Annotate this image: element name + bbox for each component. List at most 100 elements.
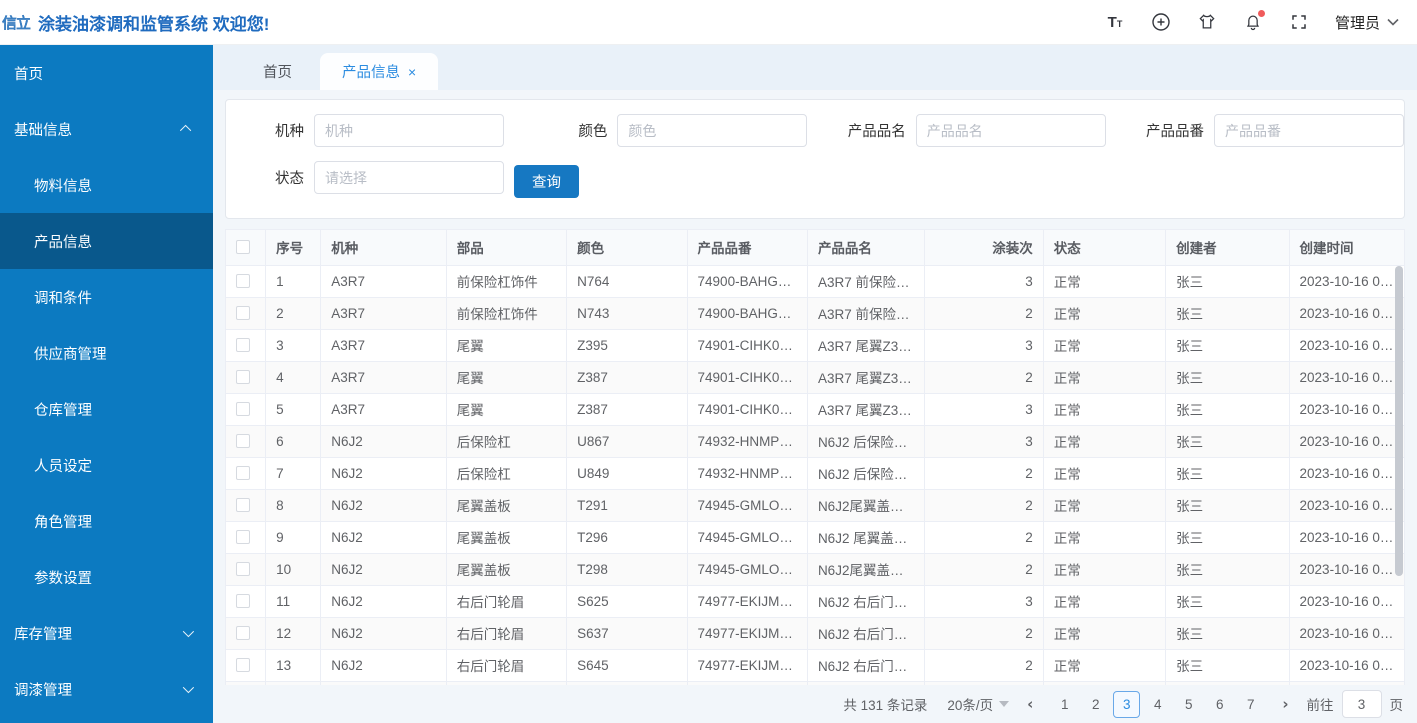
page-number-4[interactable]: 4 — [1144, 691, 1171, 718]
sidebar-item-人员设定[interactable]: 人员设定 — [0, 437, 213, 493]
sidebar-item-基础信息[interactable]: 基础信息 — [0, 101, 213, 157]
field-label: 产品品名 — [847, 124, 906, 140]
table-row[interactable]: 7 N6J2 后保险杠 U849 74932-HNMP0... N6J2 后保险杠... 2… — [225, 457, 1405, 490]
notification-icon[interactable] — [1243, 10, 1265, 32]
sidebar-item-参数设置[interactable]: 参数设置 — [0, 549, 213, 605]
table-row[interactable]: 8 N6J2 尾翼盖板 T291 74945-GMLO0... N6J2尾翼盖板... 2 正… — [225, 489, 1405, 522]
cell-序号: 2 — [265, 297, 322, 330]
tab-bar: 首页 产品信息 × — [213, 45, 1417, 90]
sidebar-item-供应商管理[interactable]: 供应商管理 — [0, 325, 213, 381]
prev-page-button[interactable] — [1023, 695, 1037, 713]
row-checkbox[interactable] — [236, 306, 250, 320]
row-checkbox[interactable] — [236, 402, 250, 416]
language-icon[interactable] — [1151, 12, 1171, 32]
sidebar-item-库存管理[interactable]: 库存管理 — [0, 605, 213, 661]
table-row[interactable]: 9 N6J2 尾翼盖板 T296 74945-GMLO0... N6J2 尾翼盖板... 2… — [225, 521, 1405, 554]
状态-input[interactable] — [314, 161, 504, 194]
cell-产品品名: A3R7 前保险杠... — [806, 297, 926, 330]
tab-close-icon[interactable]: × — [408, 65, 416, 79]
cell-产品品名: N6J2 尾翼盖板... — [806, 521, 926, 554]
sidebar-item-label: 基础信息 — [14, 122, 72, 139]
table-row[interactable]: 5 A3R7 尾翼 Z387 74901-CIHK00... A3R7 尾翼Z387...… — [225, 393, 1405, 426]
row-checkbox[interactable] — [236, 594, 250, 608]
cell-颜色: S625 — [566, 585, 688, 618]
search-button[interactable]: 查询 — [514, 165, 579, 198]
page-number-5[interactable]: 5 — [1175, 691, 1202, 718]
table-row[interactable]: 10 N6J2 尾翼盖板 T298 74945-GMLO0... N6J2尾翼盖板... 2… — [225, 553, 1405, 586]
goto-page-input[interactable] — [1341, 690, 1382, 718]
page-size-select[interactable]: 20条/页 — [947, 694, 1010, 714]
table-row[interactable]: 13 N6J2 右后门轮眉 S645 74977-EKIJM0... N6J2 右后门轮.… — [225, 649, 1405, 682]
sidebar-item-首页[interactable]: 首页 — [0, 45, 213, 101]
cell-机种: A3R7 — [320, 297, 447, 330]
sidebar-item-物料信息[interactable]: 物料信息 — [0, 157, 213, 213]
cell-颜色: U867 — [566, 425, 688, 458]
table-row[interactable]: 14N6J2右后门轮眉S65974977-EKIJM0...N6J2 右后门轮.… — [225, 681, 1405, 685]
产品品番-input[interactable] — [1214, 114, 1404, 147]
cell-涂装次: 2 — [924, 457, 1044, 490]
sidebar-item-产品信息[interactable]: 产品信息 — [0, 213, 213, 269]
table-row[interactable]: 6 N6J2 后保险杠 U867 74932-HNMP0... N6J2 后保险杠... 3… — [225, 425, 1405, 458]
cell-部品: 尾翼 — [445, 393, 568, 426]
cell-状态: 正常 — [1042, 521, 1167, 554]
row-checkbox[interactable] — [236, 562, 250, 576]
row-checkbox[interactable] — [236, 274, 250, 288]
sidebar-item-label: 库存管理 — [14, 626, 72, 643]
font-size-icon[interactable]: TT — [1105, 12, 1125, 32]
sidebar-item-角色管理[interactable]: 角色管理 — [0, 493, 213, 549]
cell-序号: 12 — [265, 617, 322, 650]
cell-创建者: 张三 — [1165, 521, 1290, 554]
row-checkbox[interactable] — [236, 530, 250, 544]
cell-涂装次: 2 — [924, 553, 1044, 586]
table-row[interactable]: 2 A3R7 前保险杠饰件 N743 74900-BAHG00... A3R7 前保险杠.… — [225, 297, 1405, 330]
row-checkbox[interactable] — [236, 498, 250, 512]
cell-序号: 10 — [265, 553, 322, 586]
table-row[interactable]: 1 A3R7 前保险杠饰件 N764 74900-BAHG00... A3R7 前保险杠.… — [225, 265, 1405, 298]
fullscreen-icon[interactable] — [1289, 12, 1309, 32]
user-menu[interactable]: 管理员 — [1335, 12, 1399, 33]
page-number-list: 1234567 — [1051, 690, 1264, 718]
row-checkbox[interactable] — [236, 658, 250, 672]
page-number-7[interactable]: 7 — [1237, 691, 1264, 718]
row-checkbox[interactable] — [236, 626, 250, 640]
page-number-6[interactable]: 6 — [1206, 691, 1233, 718]
row-checkbox[interactable] — [236, 466, 250, 480]
机种-input[interactable] — [314, 114, 504, 147]
sidebar-item-label: 调和条件 — [34, 290, 92, 307]
cell-涂装次: 3 — [924, 681, 1044, 685]
产品品名-input[interactable] — [915, 114, 1106, 147]
cell-创建者: 张三 — [1165, 681, 1290, 685]
table-row[interactable]: 12 N6J2 右后门轮眉 S637 74977-EKIJM0... N6J2 右后门轮.… — [225, 617, 1405, 650]
tab-产品信息[interactable]: 产品信息 × — [320, 53, 439, 90]
tab-首页[interactable]: 首页 — [241, 53, 314, 90]
page-size-label: 20条/页 — [947, 698, 994, 713]
sidebar-item-调和条件[interactable]: 调和条件 — [0, 269, 213, 325]
table-row[interactable]: 3 A3R7 尾翼 Z395 74901-CIHK00... A3R7 尾翼Z395...… — [225, 329, 1405, 362]
sidebar-item-调漆管理[interactable]: 调漆管理 — [0, 661, 213, 717]
cell-序号: 3 — [265, 329, 322, 362]
page-number-2[interactable]: 2 — [1082, 691, 1109, 718]
row-checkbox[interactable] — [236, 434, 250, 448]
cell-创建者: 张三 — [1165, 553, 1290, 586]
app-title: 涂装油漆调和监管系统 欢迎您! — [38, 14, 270, 34]
row-checkbox[interactable] — [236, 338, 250, 352]
select-all-checkbox[interactable] — [236, 240, 250, 255]
page-number-1[interactable]: 1 — [1051, 691, 1078, 718]
cell-机种: N6J2 — [320, 521, 447, 554]
sidebar-item-仓库管理[interactable]: 仓库管理 — [0, 381, 213, 437]
table-row[interactable]: 4 A3R7 尾翼 Z387 74901-CIHK00... A3R7 尾翼Z387...… — [225, 361, 1405, 394]
table-row[interactable]: 11 N6J2 右后门轮眉 S625 74977-EKIJM0... N6J2 右后门轮.… — [225, 585, 1405, 618]
row-checkbox[interactable] — [236, 370, 250, 384]
sidebar-item-label: 仓库管理 — [34, 402, 92, 419]
cell-创建时间: 2023-10-16 00:... — [1288, 361, 1405, 394]
search-panel: 机种 颜色 产品品名 产品品番 状态 查询 — [225, 99, 1405, 219]
cell-颜色: Z387 — [566, 361, 688, 394]
sidebar-item-label: 首页 — [14, 66, 43, 83]
table-scrollbar[interactable] — [1395, 266, 1403, 576]
next-page-button[interactable] — [1278, 695, 1292, 713]
cell-产品品名: A3R7 尾翼Z395... — [806, 329, 926, 362]
颜色-input[interactable] — [617, 114, 808, 147]
search-field-机种: 机种 — [226, 114, 504, 147]
page-number-3[interactable]: 3 — [1113, 690, 1141, 718]
theme-icon[interactable] — [1197, 12, 1217, 32]
